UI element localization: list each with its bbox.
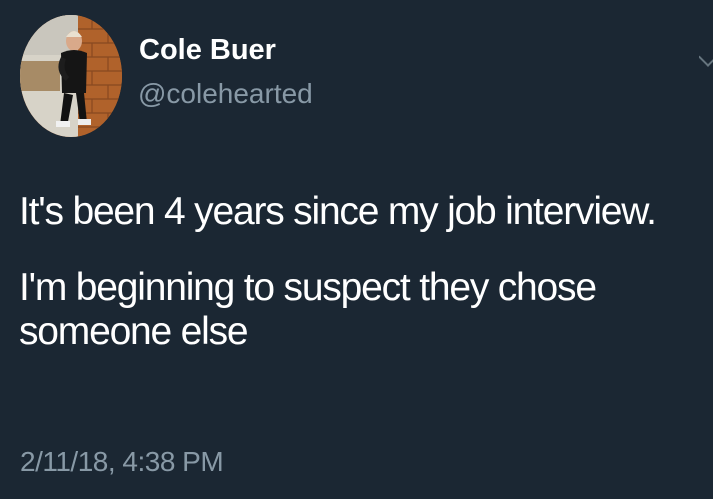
author-handle[interactable]: @colehearted [138, 78, 313, 110]
chevron-down-icon[interactable] [699, 44, 713, 72]
tweet-text-line-1: It's been 4 years since my job interview… [19, 190, 657, 233]
tweet-text-line-2: I'm beginning to suspect they chose [19, 266, 597, 309]
tweet-text-line-3: someone else [19, 310, 249, 353]
tweet-text: It's been 4 years since my job interview… [19, 190, 709, 354]
author-name[interactable]: Cole Buer [139, 34, 276, 67]
tweet-timestamp[interactable]: 2/11/18, 4:38 PM [20, 446, 224, 478]
avatar[interactable] [20, 15, 122, 137]
avatar-photo [20, 15, 122, 137]
tweet-card: Cole Buer @colehearted It's been 4 years… [0, 0, 713, 499]
